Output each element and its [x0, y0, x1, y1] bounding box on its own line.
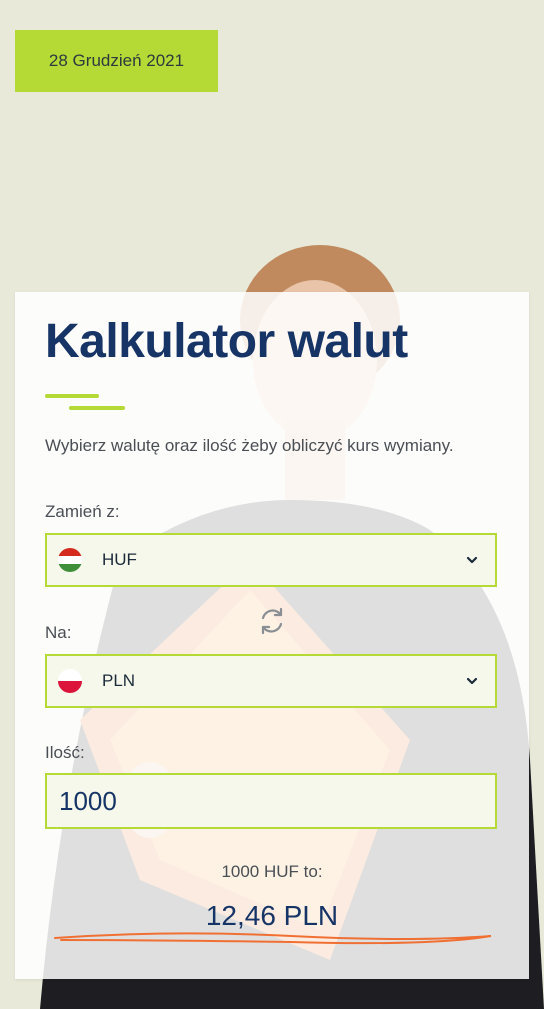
swap-icon[interactable] — [255, 604, 289, 638]
decorative-line — [69, 406, 125, 410]
chevron-down-icon — [466, 677, 478, 685]
from-label: Zamień z: — [45, 502, 120, 521]
from-currency-select[interactable]: HUF — [45, 533, 497, 587]
result-label: 1000 HUF to: — [221, 862, 323, 881]
chevron-down-icon — [466, 556, 478, 564]
to-label: Na: — [45, 623, 72, 642]
from-currency-value: HUF — [102, 550, 137, 569]
to-currency-value: PLN — [102, 671, 136, 690]
calculator-subtitle: Wybierz walutę oraz ilość żeby obliczyć … — [45, 436, 454, 455]
hungary-flag-icon — [58, 548, 82, 572]
currency-calculator-card: Kalkulator walut Wybierz walutę oraz ilo… — [15, 292, 529, 979]
amount-label: Ilość: — [45, 743, 85, 762]
date-badge: 28 Grudzień 2021 — [15, 30, 218, 92]
decorative-line — [45, 394, 99, 398]
poland-flag-icon — [58, 669, 82, 693]
amount-input[interactable] — [45, 773, 497, 829]
scribble-underline — [54, 932, 492, 945]
to-currency-select[interactable]: PLN — [45, 654, 497, 708]
calculator-title: Kalkulator walut — [45, 315, 408, 368]
